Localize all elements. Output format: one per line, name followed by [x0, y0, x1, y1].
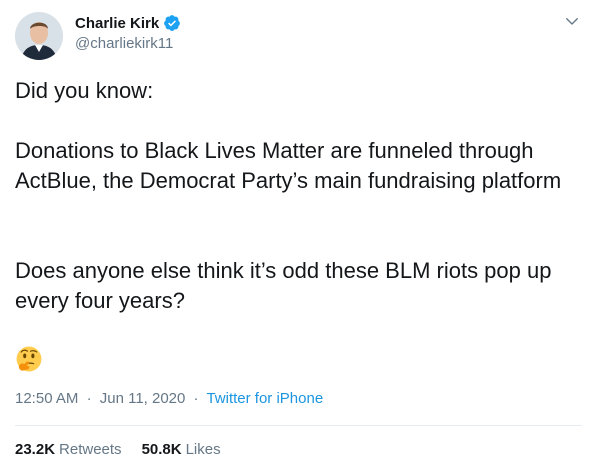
meta-separator: · [86, 390, 92, 407]
tweet-time[interactable]: 12:50 AM [15, 390, 78, 407]
chevron-down-icon[interactable] [563, 12, 581, 30]
meta-separator-2: · [193, 390, 199, 407]
tweet-card: Charlie Kirk @charliekirk11 Did you know… [0, 0, 597, 472]
likes-count: 50.8K [141, 441, 182, 458]
tweet-intro: Did you know: [15, 78, 154, 103]
likes-stat[interactable]: 50.8K Likes [142, 441, 221, 458]
tweet-source-link[interactable]: Twitter for iPhone [206, 390, 323, 407]
retweets-count: 23.2K [15, 441, 56, 458]
verified-badge-icon [164, 15, 181, 31]
divider [15, 425, 582, 426]
tweet-paragraph-2: Donations to Black Lives Matter are funn… [15, 138, 562, 193]
tweet-paragraph-3: Does anyone else think it’s odd these BL… [15, 258, 552, 313]
author-handle[interactable]: @charliekirk11 [75, 35, 173, 52]
author-name[interactable]: Charlie Kirk [75, 15, 159, 32]
avatar[interactable] [15, 12, 63, 60]
tweet-stats: 23.2K Retweets 50.8K Likes [15, 441, 241, 458]
tweet-meta: 12:50 AM · Jun 11, 2020 · Twitter for iP… [15, 390, 323, 407]
thinking-face-emoji-icon [16, 346, 42, 372]
avatar-image [15, 12, 63, 60]
retweets-stat[interactable]: 23.2K Retweets [15, 441, 122, 458]
likes-label: Likes [185, 441, 221, 458]
tweet-date[interactable]: Jun 11, 2020 [100, 390, 186, 407]
tweet-text-line1: Did you know: [15, 76, 575, 106]
retweets-label: Retweets [59, 441, 122, 458]
